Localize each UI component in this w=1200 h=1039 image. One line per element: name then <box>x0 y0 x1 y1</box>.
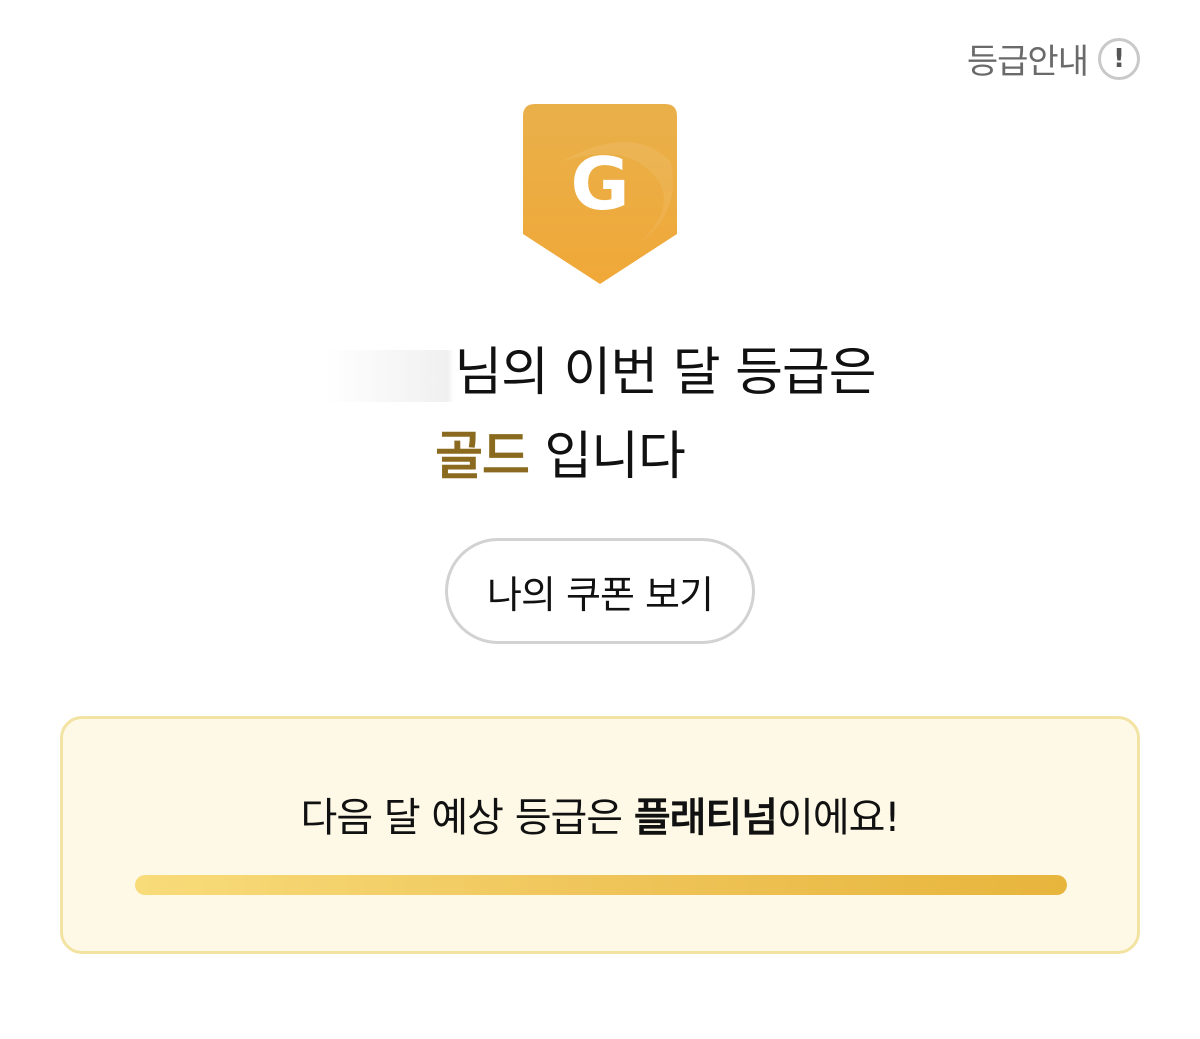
headline-line1: 님의 이번 달 등급은 <box>0 330 1200 405</box>
grade-guide-label: 등급안내 <box>966 42 1089 82</box>
next-grade-name: 플래티넘 <box>633 795 778 841</box>
grade-badge-icon: G <box>521 102 679 286</box>
grade-guide-link[interactable]: 등급안내 ! <box>967 34 1140 83</box>
headline-line2: 골드 입니다 <box>0 414 1160 489</box>
grade-progress-fill <box>135 875 1067 895</box>
next-grade-suffix: 이에요! <box>777 795 900 841</box>
my-coupon-button[interactable]: 나의 쿠폰 보기 <box>445 538 755 644</box>
redacted-username <box>324 350 455 402</box>
grade-progress-bar <box>135 875 1067 895</box>
next-grade-box: 다음 달 예상 등급은 플래티넘이에요! <box>60 716 1140 954</box>
current-grade-name: 골드 <box>435 427 530 487</box>
badge-letter: G <box>570 142 630 226</box>
next-grade-prefix: 다음 달 예상 등급은 <box>300 795 634 841</box>
next-grade-text: 다음 달 예상 등급은 플래티넘이에요! <box>63 785 1137 843</box>
headline-line2-text: 입니다 <box>528 427 686 487</box>
headline-line1-text: 님의 이번 달 등급은 <box>454 343 876 403</box>
info-icon[interactable]: ! <box>1098 37 1140 80</box>
